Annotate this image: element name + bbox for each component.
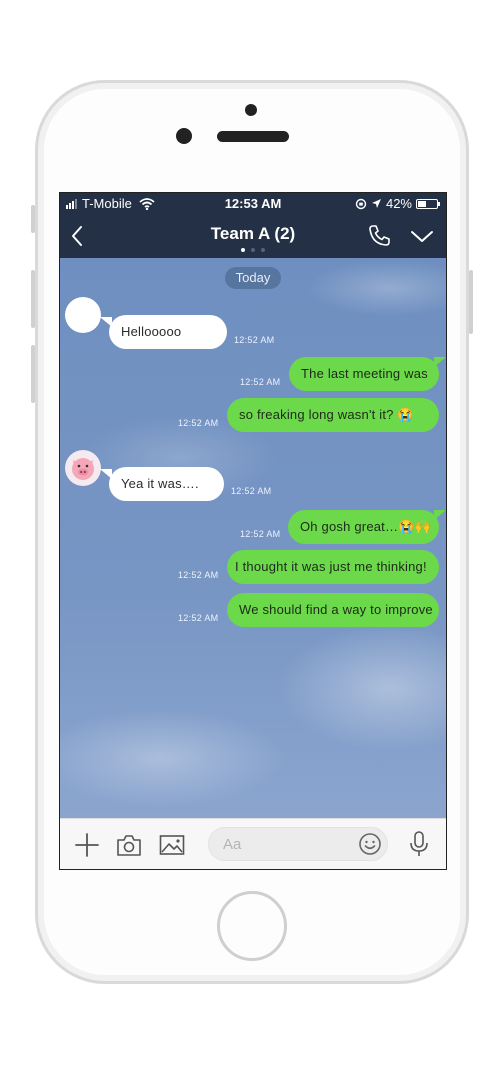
rotation-lock-icon [355,198,367,209]
message-bubble-outgoing[interactable]: We should find a way to improve [227,593,439,627]
message-bubble-outgoing[interactable]: Oh gosh great…😭🙌 [288,510,446,544]
message-timestamp: 12:52 AM [240,529,281,539]
message-bubble-outgoing[interactable]: so freaking long wasn't it? 😭 [227,398,439,432]
message-bubble-outgoing[interactable]: I thought it was just me thinking! [227,550,439,584]
message-timestamp: 12:52 AM [240,377,281,387]
message-timestamp: 12:52 AM [234,335,275,345]
status-bar: T-Mobile 12:53 AM 42% [60,193,446,215]
message-composer [60,818,446,869]
microphone-icon[interactable] [406,829,432,859]
mute-switch [31,205,35,233]
front-camera [176,128,192,144]
status-right-group: 42% [355,196,440,211]
avatar[interactable] [65,297,101,333]
emoji-icon[interactable] [358,832,382,856]
message-timestamp: 12:52 AM [178,613,219,623]
pig-face-icon [72,458,94,480]
message-bubble-incoming[interactable]: Hellooooo [100,315,227,349]
message-timestamp: 12:52 AM [178,570,219,580]
plus-icon[interactable] [72,831,102,859]
proximity-sensor [245,104,257,116]
image-icon[interactable] [157,831,187,859]
battery-icon [416,198,440,209]
message-timestamp: 12:52 AM [231,486,272,496]
page-dot [261,248,265,252]
message-bubble-outgoing[interactable]: The last meeting was [289,357,446,391]
location-icon [371,199,381,208]
page-dot [251,248,255,252]
page-dot [241,248,245,252]
avatar[interactable] [65,450,101,486]
earpiece-speaker [217,131,289,142]
chevron-down-icon [411,231,433,242]
camera-icon[interactable] [114,831,144,859]
phone-icon [369,225,390,246]
message-timestamp: 12:52 AM [178,418,219,428]
home-button[interactable] [217,891,287,961]
power-button [469,270,473,334]
battery-percent: 42% [385,196,412,211]
chat-header: Team A (2) [60,215,446,258]
collapse-menu-button[interactable] [409,224,435,248]
call-button[interactable] [366,223,392,249]
phone-screen: T-Mobile 12:53 AM 42% Team A (2) Today H… [59,192,447,870]
volume-down-button [31,345,35,403]
date-separator: Today [225,267,281,289]
volume-up-button [31,270,35,328]
message-bubble-incoming[interactable]: Yea it was…. [100,467,224,501]
